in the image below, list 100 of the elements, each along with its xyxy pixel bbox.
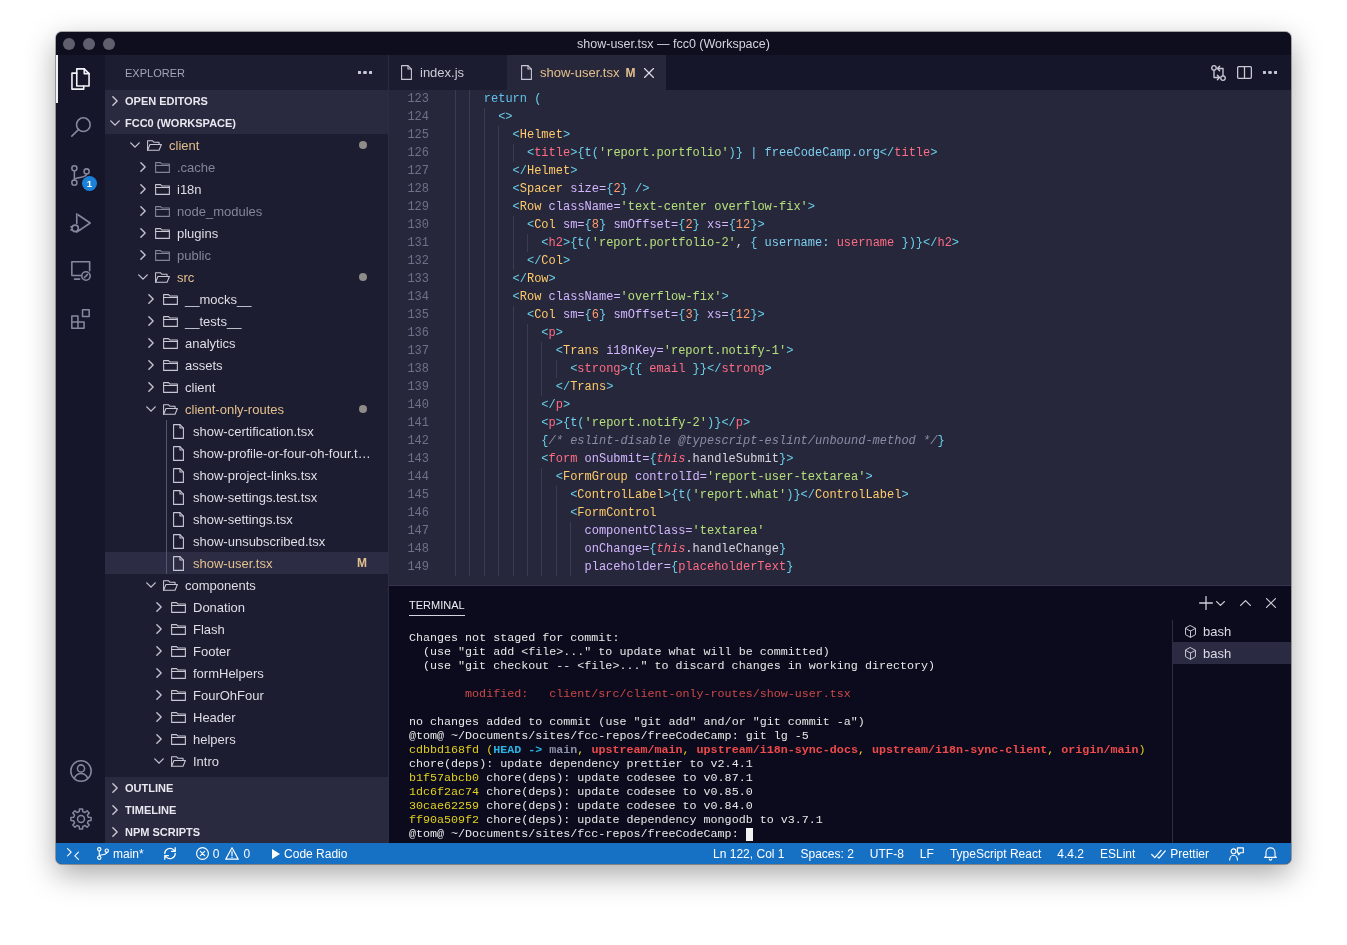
code-line: onChange={this.handleChange} <box>584 541 787 558</box>
status-item[interactable]: 4.4.2 <box>1049 843 1092 864</box>
code-line: placeholder={placeholderText} <box>584 559 794 576</box>
code-line: <Row className='text-center overflow-fix'> <box>512 199 816 216</box>
sync-icon <box>163 847 176 860</box>
more-icon[interactable] <box>358 71 372 74</box>
file-item[interactable]: show-certification.tsx <box>105 420 388 442</box>
status-item[interactable]: UTF-8 <box>861 843 912 864</box>
line-number: 134 <box>406 289 429 306</box>
code-line: <Helmet> <box>512 127 571 144</box>
line-number: 133 <box>406 271 429 288</box>
folder-item[interactable]: node_modules <box>105 200 388 222</box>
folder-item[interactable]: client <box>105 134 388 156</box>
file-item[interactable]: show-settings.test.tsx <box>105 486 388 508</box>
gear-icon <box>69 808 92 830</box>
folder-item[interactable]: formHelpers <box>105 662 388 684</box>
modified-dot-icon <box>359 141 367 149</box>
folder-icon <box>170 645 186 657</box>
status-item[interactable]: Spaces: 2 <box>792 843 862 864</box>
code-line: <FormGroup controlId='report-user-textarea'> <box>555 469 873 486</box>
folder-item[interactable]: analytics <box>105 332 388 354</box>
folder-item[interactable]: Header <box>105 706 388 728</box>
traffic-light-icon[interactable] <box>103 37 115 50</box>
line-number: 145 <box>406 487 429 504</box>
folder-icon <box>170 601 186 613</box>
file-icon <box>172 467 184 483</box>
section-header[interactable]: OUTLINE <box>105 777 388 799</box>
folder-icon <box>162 315 178 327</box>
file-icon <box>172 445 184 461</box>
folder-item[interactable]: __mocks__ <box>105 288 388 310</box>
file-item[interactable]: show-user.tsx M <box>105 552 388 574</box>
sidebar-title: EXPLORER <box>125 66 185 79</box>
close-icon[interactable] <box>644 67 655 78</box>
status-item[interactable]: TypeScript React <box>941 843 1050 864</box>
file-item[interactable]: show-unsubscribed.tsx <box>105 530 388 552</box>
terminal-session[interactable]: bash <box>1173 620 1291 642</box>
account-icon <box>69 760 92 782</box>
more-icon[interactable] <box>1263 71 1277 74</box>
section-header[interactable]: NPM SCRIPTS <box>105 821 388 843</box>
status-item[interactable]: Ln 122, Col 1 <box>705 843 793 864</box>
traffic-light-icon[interactable] <box>63 37 75 50</box>
close-icon[interactable] <box>1266 598 1276 608</box>
open-folder-icon <box>170 755 186 767</box>
panel-tab[interactable]: TERMINAL <box>409 594 465 616</box>
folder-item[interactable]: Flash <box>105 618 388 640</box>
code-line: <Spacer size={2} /> <box>512 181 650 198</box>
folder-item[interactable]: Donation <box>105 596 388 618</box>
split-editor-icon[interactable] <box>1237 66 1252 79</box>
line-number: 144 <box>406 469 429 486</box>
line-number: 138 <box>406 361 429 378</box>
editor-tab[interactable]: show-user.tsx M <box>507 55 667 90</box>
folder-icon <box>170 689 186 701</box>
formatter-button[interactable]: Prettier <box>1143 843 1217 864</box>
git-status-letter: M <box>357 556 367 570</box>
problems-button[interactable]: 0 0 <box>187 843 265 864</box>
chevron-down-icon[interactable] <box>1216 600 1225 606</box>
chevron-up-icon[interactable] <box>1240 600 1251 606</box>
terminal-session[interactable]: bash <box>1173 642 1291 664</box>
folder-item[interactable]: Footer <box>105 640 388 662</box>
section-header[interactable]: OPEN EDITORS <box>105 90 388 112</box>
folder-item[interactable]: client-only-routes <box>105 398 388 420</box>
line-number: 127 <box>406 163 429 180</box>
section-header[interactable]: TIMELINE <box>105 799 388 821</box>
folder-item[interactable]: helpers <box>105 728 388 750</box>
folder-item[interactable]: __tests__ <box>105 310 388 332</box>
bell-icon <box>1264 846 1277 861</box>
file-item[interactable]: show-profile-or-four-oh-four.t… <box>105 442 388 464</box>
source-control-tab[interactable]: 1 <box>56 151 105 199</box>
folder-item[interactable]: plugins <box>105 222 388 244</box>
file-item[interactable]: show-project-links.tsx <box>105 464 388 486</box>
editor-tab[interactable]: index.js <box>389 55 507 90</box>
folder-item[interactable]: assets <box>105 354 388 376</box>
folder-item[interactable]: Intro <box>105 750 388 772</box>
folder-item[interactable]: i18n <box>105 178 388 200</box>
file-item[interactable]: show-settings.tsx <box>105 508 388 530</box>
compare-changes-icon[interactable] <box>1211 64 1226 81</box>
terminal-line: modified: client/src/client-only-routes/show-user.tsx <box>465 687 851 701</box>
file-icon <box>521 65 532 80</box>
traffic-light-icon[interactable] <box>83 37 95 50</box>
remote-monitor-icon <box>70 261 91 281</box>
status-item[interactable]: LF <box>911 843 942 864</box>
open-folder-icon <box>146 139 162 151</box>
folder-item[interactable]: FourOhFour <box>105 684 388 706</box>
section-header[interactable]: FCC0 (WORKSPACE) <box>105 112 388 134</box>
plus-icon[interactable] <box>1199 596 1213 610</box>
folder-icon <box>170 733 186 745</box>
play-button[interactable]: Code Radio <box>264 843 356 864</box>
folder-item[interactable]: src <box>105 266 388 288</box>
folder-item[interactable]: components <box>105 574 388 596</box>
folder-item[interactable]: .cache <box>105 156 388 178</box>
folder-item[interactable]: public <box>105 244 388 266</box>
line-number: 132 <box>406 253 429 270</box>
status-item[interactable]: ESLint <box>1091 843 1144 864</box>
open-folder-icon <box>162 579 178 591</box>
file-icon <box>172 511 184 527</box>
folder-icon <box>162 381 178 393</box>
code-line: return ( <box>483 91 542 108</box>
folder-item[interactable]: client <box>105 376 388 398</box>
branch-button[interactable]: main* <box>89 843 152 864</box>
code-line: <FormControl <box>570 505 657 522</box>
